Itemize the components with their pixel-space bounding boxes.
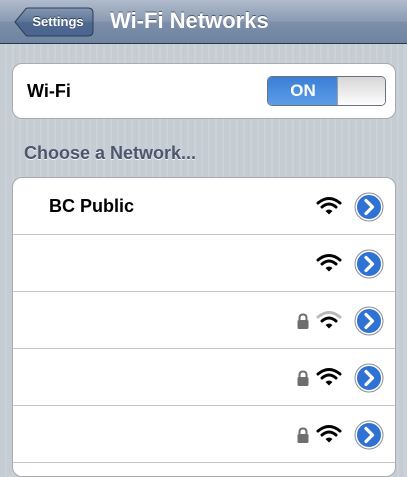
lock-icon <box>297 427 309 443</box>
toggle-knob[interactable] <box>337 77 385 105</box>
lock-icon <box>297 313 309 329</box>
wifi-signal-icon <box>316 254 342 272</box>
network-name: BC Public <box>49 196 135 216</box>
wifi-signal-icon <box>316 311 342 329</box>
network-row-2[interactable] <box>13 235 395 292</box>
lock-icon <box>297 370 309 386</box>
page-title: Wi-Fi Networks <box>110 8 269 33</box>
wifi-signal-icon <box>316 197 342 215</box>
detail-disclosure-icon[interactable] <box>354 306 384 336</box>
network-row-4[interactable] <box>13 349 395 406</box>
network-row-bc-public[interactable]: BC Public <box>13 178 395 235</box>
network-row-3[interactable] <box>13 292 395 349</box>
section-header: Choose a Network... <box>24 143 197 163</box>
toggle-on-label: ON <box>268 77 338 105</box>
navigation-bar: Settings Wi-Fi Networks <box>0 0 407 44</box>
wifi-label: Wi-Fi <box>27 81 71 101</box>
wifi-toggle-group: Wi-Fi ON <box>12 63 396 119</box>
detail-disclosure-icon[interactable] <box>354 363 384 393</box>
settings-back-button[interactable]: Settings <box>14 7 94 37</box>
wifi-toggle-switch[interactable]: ON <box>267 76 386 106</box>
network-row-5[interactable] <box>13 406 395 463</box>
detail-disclosure-icon[interactable] <box>354 249 384 279</box>
detail-disclosure-icon[interactable] <box>354 420 384 450</box>
detail-disclosure-icon[interactable] <box>354 192 384 222</box>
back-button-label: Settings <box>32 14 84 29</box>
wifi-signal-icon <box>316 425 342 443</box>
network-list: BC Public <box>12 177 396 477</box>
wifi-signal-icon <box>316 368 342 386</box>
